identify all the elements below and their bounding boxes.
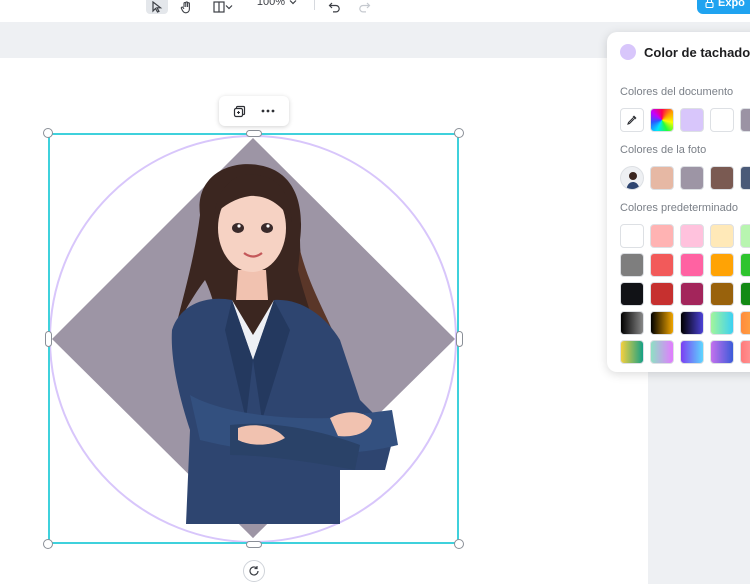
default-color-swatch[interactable]: [710, 311, 734, 335]
stroke-color-panel: Color de tachado Colores del documento C…: [607, 32, 750, 372]
default-color-swatch[interactable]: [710, 224, 734, 248]
rotate-icon: [249, 566, 259, 576]
default-color-swatch[interactable]: [680, 282, 704, 306]
photo-color-swatch[interactable]: [680, 166, 704, 190]
layout-menu-button[interactable]: [208, 0, 238, 14]
more-icon: [261, 109, 275, 113]
eyedropper-icon: [627, 115, 637, 125]
color-picker-rainbow-swatch[interactable]: [650, 108, 674, 132]
eyedropper-button[interactable]: [620, 108, 644, 132]
default-color-swatch[interactable]: [710, 340, 734, 364]
default-colors-row: [620, 311, 750, 335]
photo-thumbnail[interactable]: [620, 166, 644, 190]
undo-button[interactable]: [326, 0, 342, 14]
default-color-swatch[interactable]: [650, 311, 674, 335]
document-colors-row: [620, 108, 750, 132]
redo-button[interactable]: [356, 0, 372, 14]
chevron-down-icon: [225, 5, 233, 10]
resize-handle-bottom[interactable]: [246, 541, 262, 548]
default-color-swatch[interactable]: [650, 282, 674, 306]
zoom-dropdown[interactable]: 100%: [252, 0, 302, 9]
panel-header: Color de tachado: [620, 44, 750, 60]
default-color-swatch[interactable]: [740, 311, 750, 335]
export-label: Expo: [718, 0, 745, 9]
document-color-swatch[interactable]: [680, 108, 704, 132]
document-color-swatch[interactable]: [710, 108, 734, 132]
photo-colors-label: Colores de la foto: [620, 144, 707, 156]
photo-color-swatch[interactable]: [650, 166, 674, 190]
toolbar-divider: [314, 0, 315, 10]
resize-handle-bottom-right[interactable]: [454, 539, 464, 549]
photo-colors-row: [620, 166, 750, 190]
default-color-swatch[interactable]: [620, 311, 644, 335]
default-color-swatch[interactable]: [620, 340, 644, 364]
export-button[interactable]: Expo: [697, 0, 750, 14]
photo-color-swatch[interactable]: [740, 166, 750, 190]
default-colors-row: [620, 224, 750, 248]
select-tool-button[interactable]: [146, 0, 168, 14]
default-colors-row: [620, 282, 750, 306]
chevron-down-icon: [289, 0, 297, 5]
top-toolbar: 100% Expo: [0, 0, 750, 22]
resize-handle-top-right[interactable]: [454, 128, 464, 138]
lock-icon: [705, 0, 714, 8]
cursor-icon: [152, 1, 163, 13]
panel-title: Color de tachado: [644, 44, 750, 60]
duplicate-button[interactable]: [233, 105, 246, 118]
default-color-swatch[interactable]: [680, 340, 704, 364]
default-colors-row: [620, 340, 750, 364]
document-colors-label: Colores del documento: [620, 86, 734, 98]
zoom-level: 100%: [256, 0, 286, 8]
default-color-swatch[interactable]: [740, 282, 750, 306]
default-colors-label: Colores predeterminado: [620, 202, 739, 214]
default-color-swatch[interactable]: [680, 224, 704, 248]
resize-handle-top-left[interactable]: [43, 128, 53, 138]
default-color-swatch[interactable]: [710, 282, 734, 306]
element-quick-toolbar: [219, 96, 289, 126]
rotate-handle[interactable]: [243, 560, 265, 582]
resize-handle-top[interactable]: [246, 130, 262, 137]
more-options-button[interactable]: [261, 109, 275, 113]
default-colors-row: [620, 253, 750, 277]
default-color-swatch[interactable]: [650, 253, 674, 277]
document-color-swatch[interactable]: [740, 108, 750, 132]
default-color-swatch[interactable]: [740, 224, 750, 248]
default-color-swatch[interactable]: [710, 253, 734, 277]
current-color-swatch: [620, 44, 636, 60]
undo-icon: [328, 2, 340, 12]
default-color-swatch[interactable]: [680, 253, 704, 277]
default-color-swatch[interactable]: [650, 340, 674, 364]
photo-color-swatch[interactable]: [710, 166, 734, 190]
default-color-swatch[interactable]: [620, 282, 644, 306]
resize-handle-bottom-left[interactable]: [43, 539, 53, 549]
default-color-swatch[interactable]: [620, 224, 644, 248]
default-color-swatch[interactable]: [620, 253, 644, 277]
person-thumbnail-icon: [626, 172, 640, 189]
default-color-swatch[interactable]: [650, 224, 674, 248]
layout-icon: [213, 1, 225, 13]
selection-frame[interactable]: [48, 133, 459, 544]
default-color-swatch[interactable]: [680, 311, 704, 335]
default-color-swatch[interactable]: [740, 340, 750, 364]
hand-icon: [180, 0, 190, 13]
resize-handle-left[interactable]: [45, 331, 52, 347]
redo-icon: [358, 2, 370, 12]
duplicate-icon: [233, 105, 245, 117]
hand-tool-button[interactable]: [178, 0, 194, 14]
resize-handle-right[interactable]: [456, 331, 463, 347]
default-color-swatch[interactable]: [740, 253, 750, 277]
